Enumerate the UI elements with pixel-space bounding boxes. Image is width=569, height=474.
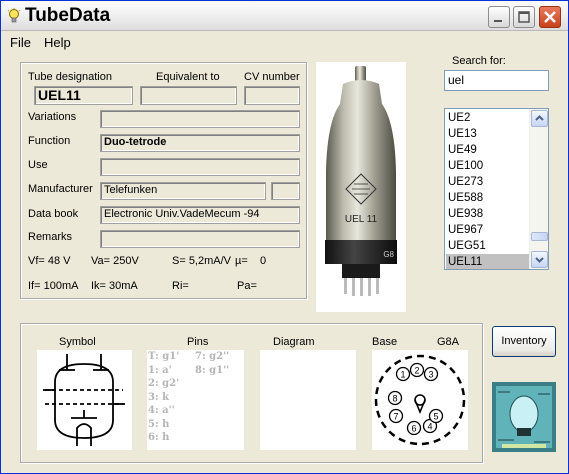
- diagram-panel: [260, 350, 356, 450]
- mu-label: µ=: [235, 255, 248, 267]
- window-title: TubeData: [25, 5, 111, 26]
- databook-field[interactable]: Electronic Univ.VadeMecum -94: [100, 206, 300, 224]
- base-pin-number: 8: [392, 394, 397, 404]
- pin-entry: 4: a'': [148, 405, 175, 416]
- vf-value: Vf= 48 V: [28, 255, 71, 267]
- designation-label: Tube designation: [28, 71, 112, 83]
- manufacturer-extra-field[interactable]: [271, 182, 300, 200]
- list-item[interactable]: UE588: [446, 190, 529, 206]
- mu-value: 0: [260, 255, 267, 267]
- manufacturer-label: Manufacturer: [28, 183, 93, 195]
- function-field[interactable]: Duo-tetrode: [100, 134, 300, 152]
- list-item[interactable]: UE49: [446, 142, 529, 158]
- use-field[interactable]: [100, 158, 300, 176]
- minimize-button[interactable]: [488, 6, 510, 28]
- diagram-label: Diagram: [273, 336, 315, 348]
- databook-label: Data book: [28, 208, 79, 220]
- variations-field[interactable]: [100, 110, 300, 128]
- tube-image: UEL 11 G8: [325, 66, 397, 296]
- manufacturer-field[interactable]: Telefunken: [100, 182, 266, 200]
- tube-photo: UEL 11 G8: [316, 62, 406, 312]
- maximize-icon: [518, 11, 530, 23]
- pin-entry: T: g1': [148, 351, 180, 362]
- lightbulb-icon: [7, 8, 21, 23]
- chevron-down-icon: [535, 257, 544, 263]
- base-pin-number: 3: [428, 370, 433, 380]
- tube-logo-icon: [492, 382, 556, 452]
- base-pin-number: 4: [427, 422, 432, 432]
- list-item[interactable]: UEG51: [446, 238, 529, 254]
- symbol-panel: [37, 350, 132, 450]
- pins-column-2: 7: g2'' 8: g1'': [195, 350, 229, 377]
- base-pin-number: 1: [400, 370, 405, 380]
- scroll-down-button[interactable]: [531, 251, 548, 268]
- list-item[interactable]: UE938: [446, 206, 529, 222]
- title-bar[interactable]: TubeData: [1, 1, 568, 31]
- pin-entry: 3: k: [148, 391, 170, 403]
- equivalent-field[interactable]: [140, 86, 237, 105]
- base-type: G8A: [437, 336, 460, 348]
- ik-value: Ik= 30mA: [91, 280, 138, 292]
- pin-entry: 1: a': [148, 364, 172, 376]
- list-item[interactable]: UE100: [446, 158, 529, 174]
- tube-label-text: UEL 11: [345, 214, 378, 225]
- pa-label: Pa=: [237, 280, 257, 292]
- base-label: Base: [372, 336, 398, 348]
- base-pin-number: 7: [393, 412, 398, 422]
- search-label: Search for:: [452, 55, 506, 67]
- tubedata-logo: [492, 382, 556, 452]
- list-item[interactable]: UEL11: [446, 254, 529, 269]
- menu-help[interactable]: Help: [44, 35, 71, 50]
- base-pin-number: 5: [433, 412, 438, 422]
- list-item[interactable]: UE273: [446, 174, 529, 190]
- base-pinout-icon: 1 2 3 45 6 7 8: [374, 354, 466, 446]
- symbol-label: Symbol: [59, 336, 96, 348]
- list-item[interactable]: UE2: [446, 110, 529, 126]
- tube-list[interactable]: UE2 UE13 UE49 UE100 UE273 UE588 UE938 UE967 UEG5…: [444, 108, 549, 270]
- tube-symbol-icon: [43, 354, 125, 446]
- designation-field[interactable]: UEL11: [34, 86, 133, 105]
- s-value: S= 5,2mA/V: [172, 255, 232, 267]
- function-label: Function: [28, 135, 71, 147]
- cv-number-label: CV number: [244, 71, 300, 83]
- list-item[interactable]: UE967: [446, 222, 529, 238]
- chevron-up-icon: [535, 115, 544, 121]
- maximize-button[interactable]: [513, 6, 535, 28]
- list-scrollbar[interactable]: [529, 109, 548, 269]
- close-button[interactable]: [539, 6, 561, 28]
- app-window: TubeData File Help Tube designation Equi…: [0, 0, 569, 474]
- base-panel: 123 45 6 7 8: [372, 350, 468, 450]
- pin-entry: 2: g2': [148, 378, 180, 389]
- pins-label: Pins: [187, 336, 209, 348]
- cv-number-field[interactable]: [244, 86, 300, 105]
- use-label: Use: [28, 159, 48, 171]
- equivalent-label: Equivalent to: [156, 71, 220, 83]
- search-input[interactable]: uel: [444, 70, 549, 91]
- variations-label: Variations: [28, 111, 77, 123]
- remarks-field[interactable]: [100, 230, 300, 248]
- remarks-label: Remarks: [28, 231, 73, 243]
- base-marking-text: G8: [383, 250, 394, 259]
- pin-entry: 5: h: [148, 418, 170, 430]
- inventory-button[interactable]: Inventory: [492, 326, 556, 357]
- pin-entry: 7: g2'': [195, 351, 230, 362]
- menu-file[interactable]: File: [10, 35, 31, 50]
- va-value: Va= 250V: [91, 255, 139, 267]
- scroll-thumb[interactable]: [531, 232, 548, 241]
- scroll-up-button[interactable]: [531, 110, 548, 127]
- menu-bar: File Help: [1, 32, 568, 52]
- pins-column-1: T: g1' 1: a' 2: g2' 3: k 4: a'' 5: h 6: …: [148, 350, 179, 445]
- if-value: If= 100mA: [28, 280, 79, 292]
- pins-panel: T: g1' 1: a' 2: g2' 3: k 4: a'' 5: h 6: …: [147, 350, 244, 450]
- list-item[interactable]: UE13: [446, 126, 529, 142]
- minimize-icon: [494, 20, 502, 22]
- close-icon: [544, 11, 556, 23]
- base-pin-number: 2: [414, 366, 419, 376]
- pin-entry: 8: g1'': [195, 364, 230, 376]
- base-pin-number: 6: [411, 424, 416, 434]
- ri-label: Ri=: [172, 280, 189, 292]
- pin-entry: 6: h: [148, 432, 170, 443]
